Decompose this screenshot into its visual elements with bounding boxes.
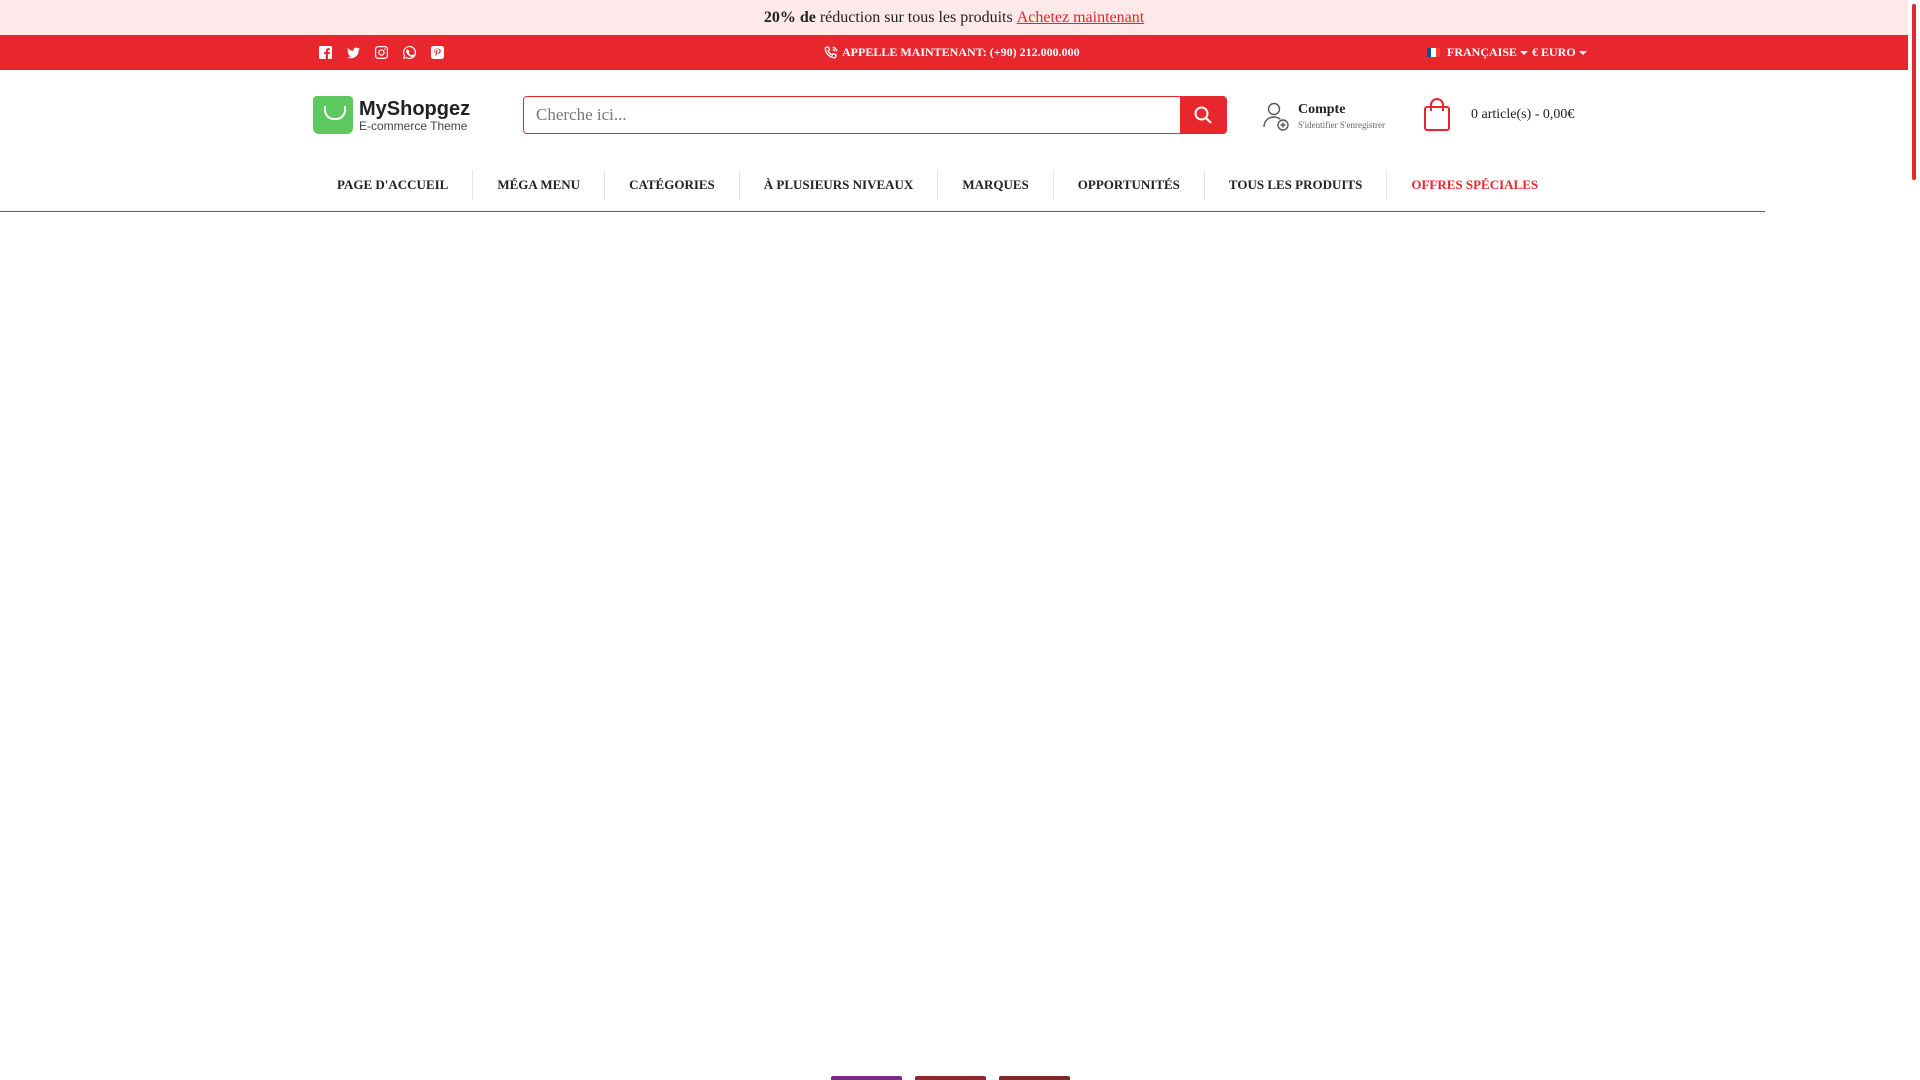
search-icon: [1194, 106, 1212, 124]
phone-info: APPELLE MAINTENANT: (+90) 212.000.000: [824, 35, 1080, 70]
nav-item-opportunities[interactable]: OPPORTUNITÉS: [1054, 170, 1205, 200]
nav-item-categories[interactable]: CATÉGORIES: [605, 170, 740, 200]
search-bar: [523, 96, 1227, 134]
account-text: Compte S'identifier S'enregistrer: [1298, 101, 1385, 131]
cart-widget[interactable]: 0 article(s) - 0,00€: [1423, 98, 1574, 132]
pinterest-icon[interactable]: [430, 45, 444, 59]
site-logo[interactable]: MyShopgez E-commerce Theme: [313, 96, 470, 134]
nav-item-mega-menu[interactable]: MÉGA MENU: [473, 170, 606, 200]
user-icon: [1263, 102, 1289, 131]
top-bar: APPELLE MAINTENANT: (+90) 212.000.000 FR…: [0, 35, 1908, 70]
banner-thumbnail[interactable]: [915, 1076, 986, 1080]
login-link[interactable]: S'identifier: [1298, 120, 1338, 130]
phone-icon: [824, 46, 838, 59]
promo-text: réduction sur tous les produits: [819, 8, 1013, 26]
account-links: S'identifier S'enregistrer: [1298, 119, 1385, 131]
shopping-bag-icon: [1424, 98, 1450, 131]
facebook-icon[interactable]: [318, 45, 332, 59]
nav-item-multi-level[interactable]: À PLUSIEURS NIVEAUX: [740, 170, 939, 200]
cart-summary: 0 article(s) - 0,00€: [1471, 107, 1575, 122]
main-navigation: PAGE D'ACCUEIL MÉGA MENU CATÉGORIES À PL…: [0, 168, 1765, 212]
currency-dropdown[interactable]: € EURO: [1532, 45, 1587, 60]
search-button[interactable]: [1180, 97, 1226, 133]
logo-text: MyShopgez E-commerce Theme: [359, 98, 470, 133]
banner-thumbnail[interactable]: [999, 1076, 1070, 1080]
register-link[interactable]: S'enregistrer: [1340, 120, 1385, 130]
language-label: FRANÇAISE: [1447, 45, 1518, 59]
nav-item-all-products[interactable]: TOUS LES PRODUITS: [1205, 170, 1388, 200]
shop-now-link[interactable]: Achetez maintenant: [1017, 9, 1145, 27]
twitter-icon[interactable]: [346, 45, 360, 59]
logo-tagline: E-commerce Theme: [359, 118, 468, 133]
logo-name: MyShopgez: [359, 97, 471, 120]
account-title: Compte: [1298, 102, 1346, 117]
france-flag-icon: [1427, 48, 1440, 57]
nav-item-home[interactable]: PAGE D'ACCUEIL: [313, 170, 474, 200]
shopping-bag-logo-icon: [313, 96, 353, 134]
account-menu[interactable]: Compte S'identifier S'enregistrer: [1262, 100, 1385, 132]
nav-list: PAGE D'ACCUEIL MÉGA MENU CATÉGORIES À PL…: [313, 168, 1562, 202]
language-dropdown[interactable]: FRANÇAISE: [1427, 45, 1529, 60]
nav-item-special-offers[interactable]: OFFRES SPÉCIALES: [1387, 170, 1562, 200]
currency-label: € EURO: [1532, 45, 1576, 59]
chevron-down-icon: [1520, 50, 1529, 55]
page-scrollbar[interactable]: [1908, 0, 1920, 1080]
scrollbar-thumb[interactable]: [1912, 4, 1916, 180]
social-links: [318, 45, 444, 59]
chevron-down-icon: [1578, 50, 1587, 55]
promo-bold: 20% de: [763, 8, 816, 26]
search-input[interactable]: [524, 97, 1180, 133]
whatsapp-icon[interactable]: [402, 45, 416, 59]
instagram-icon[interactable]: [374, 45, 388, 59]
phone-text: APPELLE MAINTENANT: (+90) 212.000.000: [842, 45, 1080, 59]
promo-bar: 20% de réduction sur tous les produits A…: [0, 0, 1908, 35]
banner-thumbnails: [831, 1076, 1070, 1080]
nav-item-brands[interactable]: MARQUES: [938, 170, 1054, 200]
banner-thumbnail[interactable]: [831, 1076, 902, 1080]
locale-selectors: FRANÇAISE € EURO: [1427, 35, 1587, 70]
